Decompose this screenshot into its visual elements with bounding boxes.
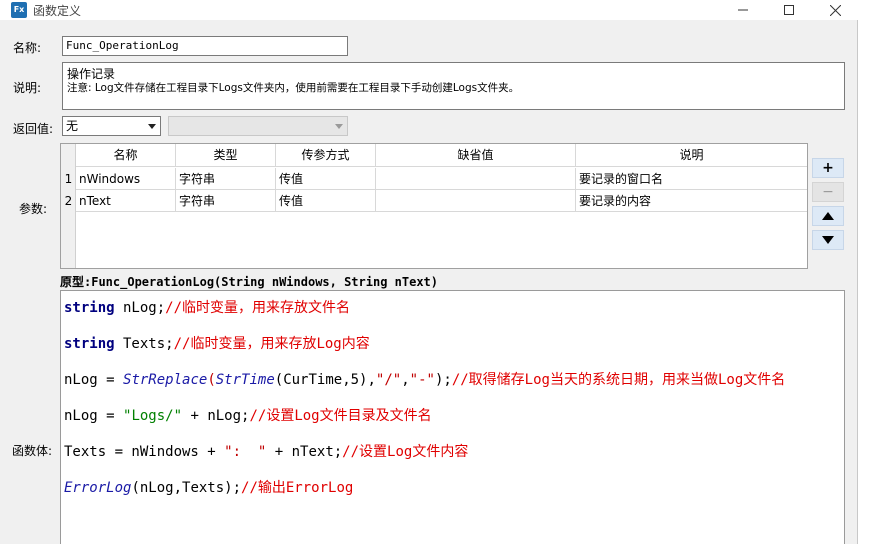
code-line-3: nLog = StrReplace(StrTime(CurTime,5),"/"… bbox=[64, 369, 785, 389]
function-body-label: 函数体: bbox=[12, 444, 53, 458]
code-function: StrReplace bbox=[123, 372, 208, 388]
code-text: nLog; bbox=[114, 300, 166, 316]
row-number: 2 bbox=[64, 194, 73, 208]
column-header-name[interactable]: 名称 bbox=[76, 144, 176, 167]
function-app-icon: Fx bbox=[11, 2, 27, 18]
code-comment: //设置Log文件目录及文件名 bbox=[249, 408, 432, 424]
column-header-type[interactable]: 类型 bbox=[176, 144, 276, 167]
return-value-label: 返回值: bbox=[13, 122, 54, 136]
minimize-icon bbox=[738, 9, 748, 11]
chevron-down-icon bbox=[148, 124, 156, 129]
return-type-value: 无 bbox=[66, 119, 79, 133]
param-mode-cell[interactable]: 传值 bbox=[276, 168, 376, 190]
maximize-icon bbox=[784, 5, 794, 15]
close-icon bbox=[829, 4, 841, 16]
code-string: "Logs/" bbox=[123, 408, 183, 424]
description-label: 说明: bbox=[13, 81, 42, 95]
code-text: Texts = nWindows + bbox=[64, 444, 225, 460]
param-default-cell[interactable] bbox=[376, 168, 576, 190]
code-comment: //临时变量，用来存放Log内容 bbox=[173, 336, 370, 352]
code-text: (CurTime,5), bbox=[274, 372, 376, 388]
param-name-cell[interactable]: nWindows bbox=[76, 168, 176, 190]
param-desc-cell[interactable]: 要记录的窗口名 bbox=[576, 168, 807, 190]
code-line-6: ErrorLog(nLog,Texts);//输出ErrorLog bbox=[64, 477, 353, 497]
param-type-cell[interactable]: 字符串 bbox=[176, 190, 276, 212]
minimize-button[interactable] bbox=[720, 0, 766, 20]
code-keyword: string bbox=[64, 336, 115, 352]
code-line-1: string nLog;//临时变量，用来存放文件名 bbox=[64, 297, 350, 317]
title-bar: Fx 函数定义 bbox=[0, 0, 858, 20]
triangle-up-icon bbox=[822, 212, 834, 220]
code-line-5: Texts = nWindows + ": " + nText;//设置Log文… bbox=[64, 441, 468, 461]
param-desc-cell[interactable]: 要记录的内容 bbox=[576, 190, 807, 212]
name-label: 名称: bbox=[13, 41, 42, 55]
code-text: nLog = bbox=[64, 372, 124, 388]
parameters-label: 参数: bbox=[19, 202, 48, 216]
close-button[interactable] bbox=[812, 0, 858, 20]
description-line-1: 操作记录 bbox=[67, 67, 116, 81]
param-name-cell[interactable]: nText bbox=[76, 190, 176, 212]
parameters-table: 名称 类型 传参方式 缺省值 说明 1 nWindows 字符串 传值 要记录的… bbox=[60, 143, 808, 269]
param-type-cell[interactable]: 字符串 bbox=[176, 168, 276, 190]
param-mode-cell[interactable]: 传值 bbox=[276, 190, 376, 212]
row-number: 1 bbox=[64, 172, 73, 186]
code-comment: //临时变量，用来存放文件名 bbox=[165, 300, 351, 316]
minus-icon: − bbox=[822, 184, 834, 200]
code-text: Texts; bbox=[114, 336, 174, 352]
column-header-default[interactable]: 缺省值 bbox=[376, 144, 576, 167]
code-text: , bbox=[401, 372, 410, 388]
function-prototype: 原型:Func_OperationLog(String nWindows, St… bbox=[60, 275, 439, 289]
return-type-select[interactable]: 无 bbox=[62, 116, 161, 136]
code-text: + nText; bbox=[266, 444, 343, 460]
maximize-button[interactable] bbox=[766, 0, 812, 20]
code-keyword: string bbox=[64, 300, 115, 316]
code-line-4: nLog = "Logs/" + nLog;//设置Log文件目录及文件名 bbox=[64, 405, 432, 425]
chevron-down-icon bbox=[335, 124, 343, 129]
code-comment: //设置Log文件内容 bbox=[342, 444, 469, 460]
description-textarea[interactable]: 操作记录 注意: Log文件存储在工程目录下Logs文件夹内，使用前需要在工程目… bbox=[62, 62, 845, 110]
code-function: StrTime bbox=[215, 372, 275, 388]
window-title: 函数定义 bbox=[33, 4, 82, 18]
function-name-input[interactable]: Func_OperationLog bbox=[62, 36, 348, 56]
code-string: "-" bbox=[409, 372, 435, 388]
move-down-button[interactable] bbox=[812, 230, 844, 250]
code-comment: //取得储存Log当天的系统日期，用来当做Log文件名 bbox=[451, 372, 786, 388]
move-up-button[interactable] bbox=[812, 206, 844, 226]
code-string: ": " bbox=[224, 444, 267, 460]
code-function: ErrorLog bbox=[64, 480, 132, 496]
code-text: ); bbox=[434, 372, 452, 388]
description-line-2: 注意: Log文件存储在工程目录下Logs文件夹内，使用前需要在工程目录下手动创… bbox=[67, 82, 520, 94]
column-header-pass-mode[interactable]: 传参方式 bbox=[276, 144, 376, 167]
code-text: + nLog; bbox=[182, 408, 250, 424]
plus-icon: + bbox=[822, 160, 834, 176]
param-default-cell[interactable] bbox=[376, 190, 576, 212]
code-comment: //输出ErrorLog bbox=[241, 480, 354, 496]
code-text: (nLog,Texts); bbox=[131, 480, 242, 496]
return-subtype-select bbox=[168, 116, 348, 136]
add-parameter-button[interactable]: + bbox=[812, 158, 844, 178]
code-text: nLog = bbox=[64, 408, 124, 424]
code-text: ( bbox=[207, 372, 216, 388]
code-string: "/" bbox=[375, 372, 402, 388]
remove-parameter-button[interactable]: − bbox=[812, 182, 844, 202]
function-definition-window: Fx 函数定义 名称: Func_OperationLog 说明: 操作记录 注… bbox=[0, 0, 858, 544]
code-editor[interactable]: string nLog;//临时变量，用来存放文件名 string Texts;… bbox=[60, 290, 845, 544]
column-header-description[interactable]: 说明 bbox=[576, 144, 807, 167]
code-line-2: string Texts;//临时变量，用来存放Log内容 bbox=[64, 333, 370, 353]
triangle-down-icon bbox=[822, 236, 834, 244]
